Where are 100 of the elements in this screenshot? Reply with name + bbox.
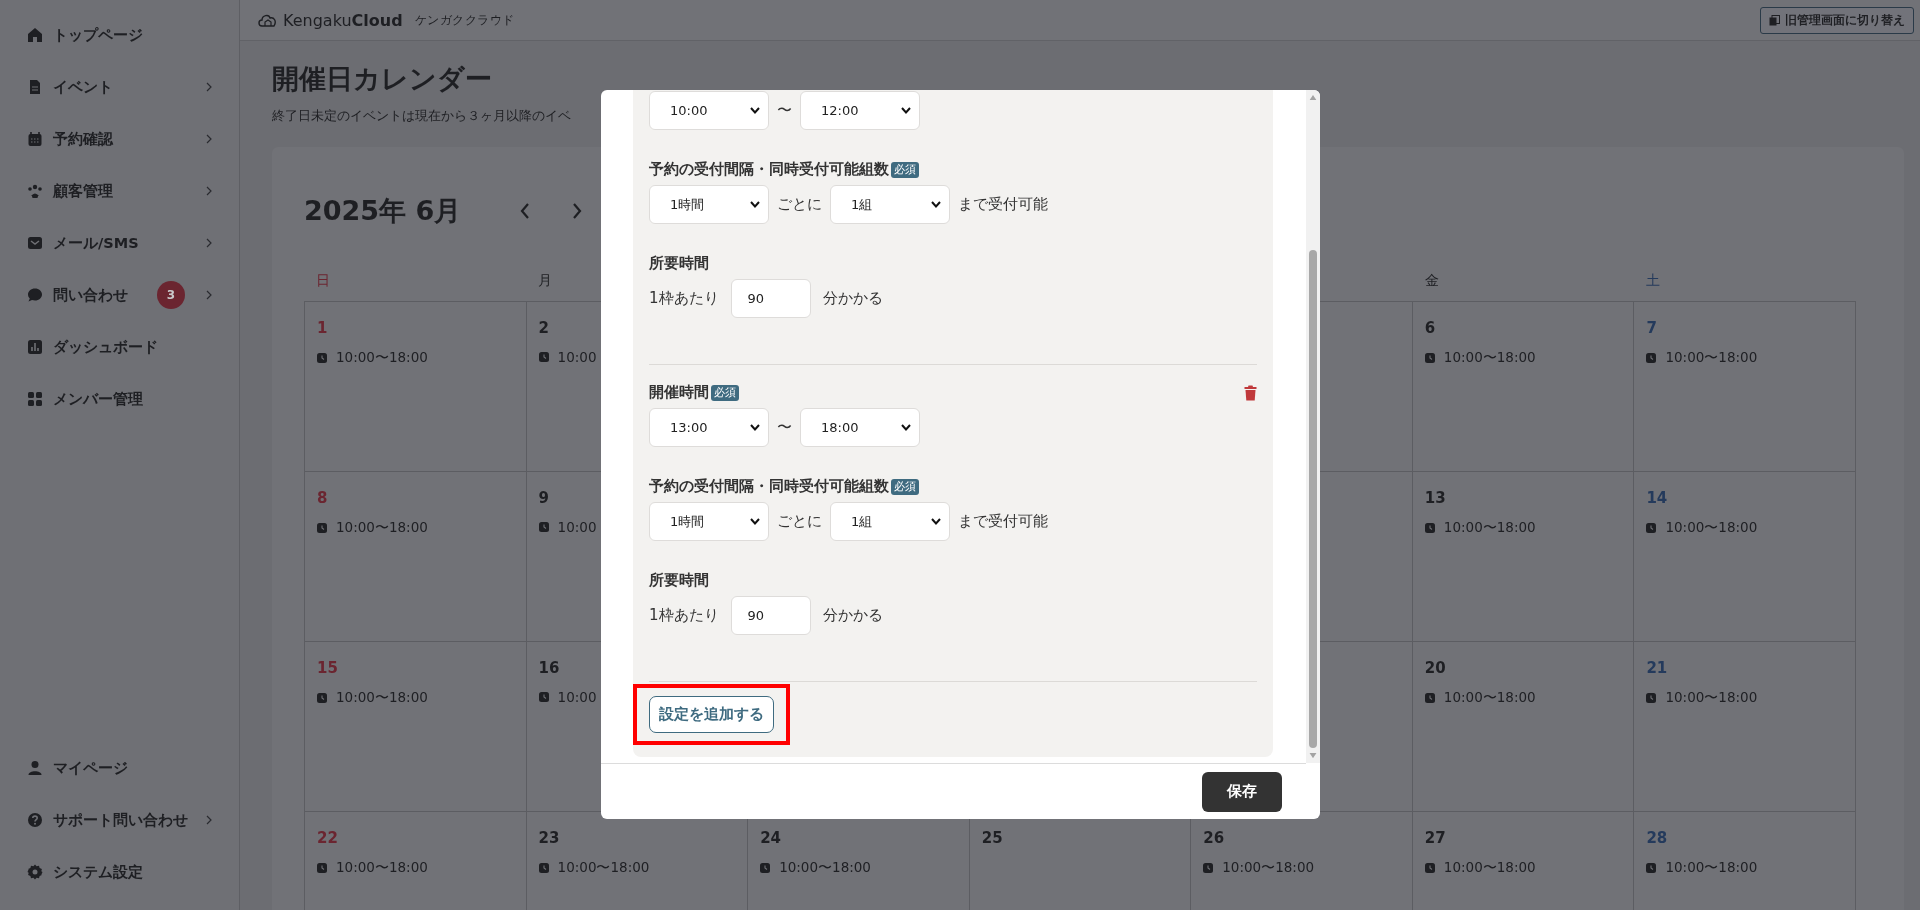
opening-hours: 10:00〜18:00 [336, 689, 428, 707]
scrollbar-thumb[interactable] [1309, 250, 1317, 748]
day-cell[interactable]: 13 10:00〜18:00 [1412, 472, 1635, 642]
day-number: 27 [1424, 829, 1446, 847]
day-number: 23 [538, 829, 560, 847]
sidebar-item[interactable]: 問い合わせ 3 [0, 269, 239, 321]
day-cell[interactable]: 7 10:00〜18:00 [1634, 302, 1856, 472]
document-icon [27, 79, 43, 95]
field-text: 分かかる [822, 606, 883, 625]
field-text: ごとに [777, 195, 822, 214]
sidebar-item[interactable]: サポート問い合わせ [0, 794, 239, 846]
day-cell[interactable]: 20 10:00〜18:00 [1412, 642, 1635, 812]
sidebar-item-label: イベント [53, 77, 114, 97]
copy-icon [1769, 14, 1780, 26]
required-badge: 必須 [891, 478, 919, 495]
field-label: 予約の受付間隔・同時受付可能組数 [649, 160, 889, 179]
end-time-select[interactable]: 18:00 [800, 408, 920, 447]
day-cell[interactable]: 15 10:00〜18:00 [305, 642, 527, 812]
day-cell[interactable]: 14 10:00〜18:00 [1634, 472, 1856, 642]
opening-hours: 10:00 [557, 349, 597, 365]
opening-hours: 10:00〜18:00 [1665, 519, 1758, 537]
day-cell[interactable]: 1 10:00〜18:00 [305, 302, 527, 472]
opening-hours: 10:00〜18:00 [557, 859, 650, 877]
interval-select[interactable]: 1時間 [649, 502, 769, 541]
field-text: ごとに [777, 512, 822, 531]
day-cell[interactable]: 6 10:00〜18:00 [1412, 302, 1635, 472]
weekday-header: 土 [1646, 272, 1661, 290]
scrollbar[interactable] [1306, 90, 1320, 763]
weekday-header: 月 [537, 272, 552, 290]
day-number: 15 [317, 659, 338, 677]
sidebar-item[interactable]: 顧客管理 [0, 165, 239, 217]
clock-icon [1646, 353, 1657, 363]
day-cell[interactable]: 28 10:00〜18:00 [1634, 812, 1856, 910]
trash-icon[interactable] [1244, 384, 1257, 401]
chevron-down-icon [901, 424, 911, 431]
field-label: 予約の受付間隔・同時受付可能組数 [649, 477, 889, 496]
add-setting-button[interactable]: 設定を追加する [649, 696, 774, 733]
sidebar-item[interactable]: メンバー管理 [0, 373, 239, 425]
sidebar-item-label: ダッシュボード [53, 337, 159, 357]
chevron-down-icon [931, 201, 941, 208]
opening-hours: 10:00〜18:00 [1443, 859, 1536, 877]
day-number: 8 [317, 489, 328, 507]
day-number: 28 [1646, 829, 1668, 847]
opening-hours: 10:00〜18:00 [1665, 859, 1758, 877]
cloud-logo-icon [257, 12, 279, 28]
month-title: 2025年 6月 [304, 194, 462, 228]
day-cell[interactable]: 21 10:00〜18:00 [1634, 642, 1856, 812]
scroll-down-icon[interactable] [1309, 752, 1317, 758]
day-number: 21 [1646, 659, 1668, 677]
opening-hours: 10:00〜18:00 [336, 859, 428, 877]
required-badge: 必須 [891, 161, 919, 178]
sidebar-item[interactable]: マイページ [0, 742, 239, 794]
chevron-down-icon [750, 107, 760, 114]
opening-hours: 10:00〜18:00 [336, 349, 428, 367]
clock-icon [1646, 863, 1657, 873]
save-button[interactable]: 保存 [1202, 771, 1282, 812]
minutes-input[interactable]: 90 [730, 596, 811, 635]
sidebar-item[interactable]: 予約確認 [0, 113, 239, 165]
group-count-select[interactable]: 1組 [830, 502, 950, 541]
next-month-icon[interactable] [571, 201, 584, 221]
previous-month-icon[interactable] [519, 201, 532, 221]
sidebar-item[interactable]: ダッシュボード [0, 321, 239, 373]
day-cell[interactable]: 8 10:00〜18:00 [305, 472, 527, 642]
day-cell[interactable]: 22 10:00〜18:00 [305, 812, 527, 910]
required-badge: 必須 [711, 384, 739, 401]
start-time-select[interactable]: 10:00 [649, 91, 769, 130]
weekday-header: 日 [316, 272, 330, 290]
people-icon [27, 183, 43, 199]
sidebar-item[interactable]: システム設定 [0, 846, 239, 898]
clock-icon [538, 863, 549, 873]
sidebar-item-label: マイページ [53, 758, 129, 778]
calendar-icon [27, 131, 43, 147]
clock-icon [1424, 523, 1435, 533]
minutes-input[interactable]: 90 [730, 279, 811, 318]
grid-icon [27, 391, 43, 407]
group-count-select[interactable]: 1組 [830, 185, 950, 224]
sidebar-item-label: 顧客管理 [53, 181, 114, 201]
opening-hours: 10:00 [557, 689, 597, 705]
clock-icon [317, 353, 327, 363]
sidebar-item[interactable]: イベント [0, 61, 239, 113]
settings-icon [27, 864, 43, 880]
range-separator: 〜 [777, 418, 792, 437]
field-text: まで受付可能 [958, 512, 1048, 531]
chevron-down-icon [750, 201, 760, 208]
day-cell[interactable]: 27 10:00〜18:00 [1412, 812, 1635, 910]
switch-admin-button[interactable]: 旧管理画面に切り替え [1760, 6, 1914, 34]
field-label: 所要時間 [649, 571, 709, 590]
interval-select[interactable]: 1時間 [649, 185, 769, 224]
scroll-up-icon[interactable] [1309, 95, 1317, 101]
home-icon [27, 27, 43, 43]
start-time-select[interactable]: 13:00 [649, 408, 769, 447]
envelope-icon [27, 235, 43, 251]
sidebar-item[interactable]: メール/SMS [0, 217, 239, 269]
sidebar-item[interactable]: トップページ [0, 9, 239, 61]
sidebar-item-label: メール/SMS [53, 233, 140, 253]
logo-text: KengakuCloud [283, 10, 403, 30]
page-description: 終了日未定のイベントは現在から３ヶ月以降のイベ [272, 107, 571, 125]
clock-icon [1424, 693, 1435, 703]
end-time-select[interactable]: 12:00 [800, 91, 920, 130]
person-icon [27, 760, 43, 776]
